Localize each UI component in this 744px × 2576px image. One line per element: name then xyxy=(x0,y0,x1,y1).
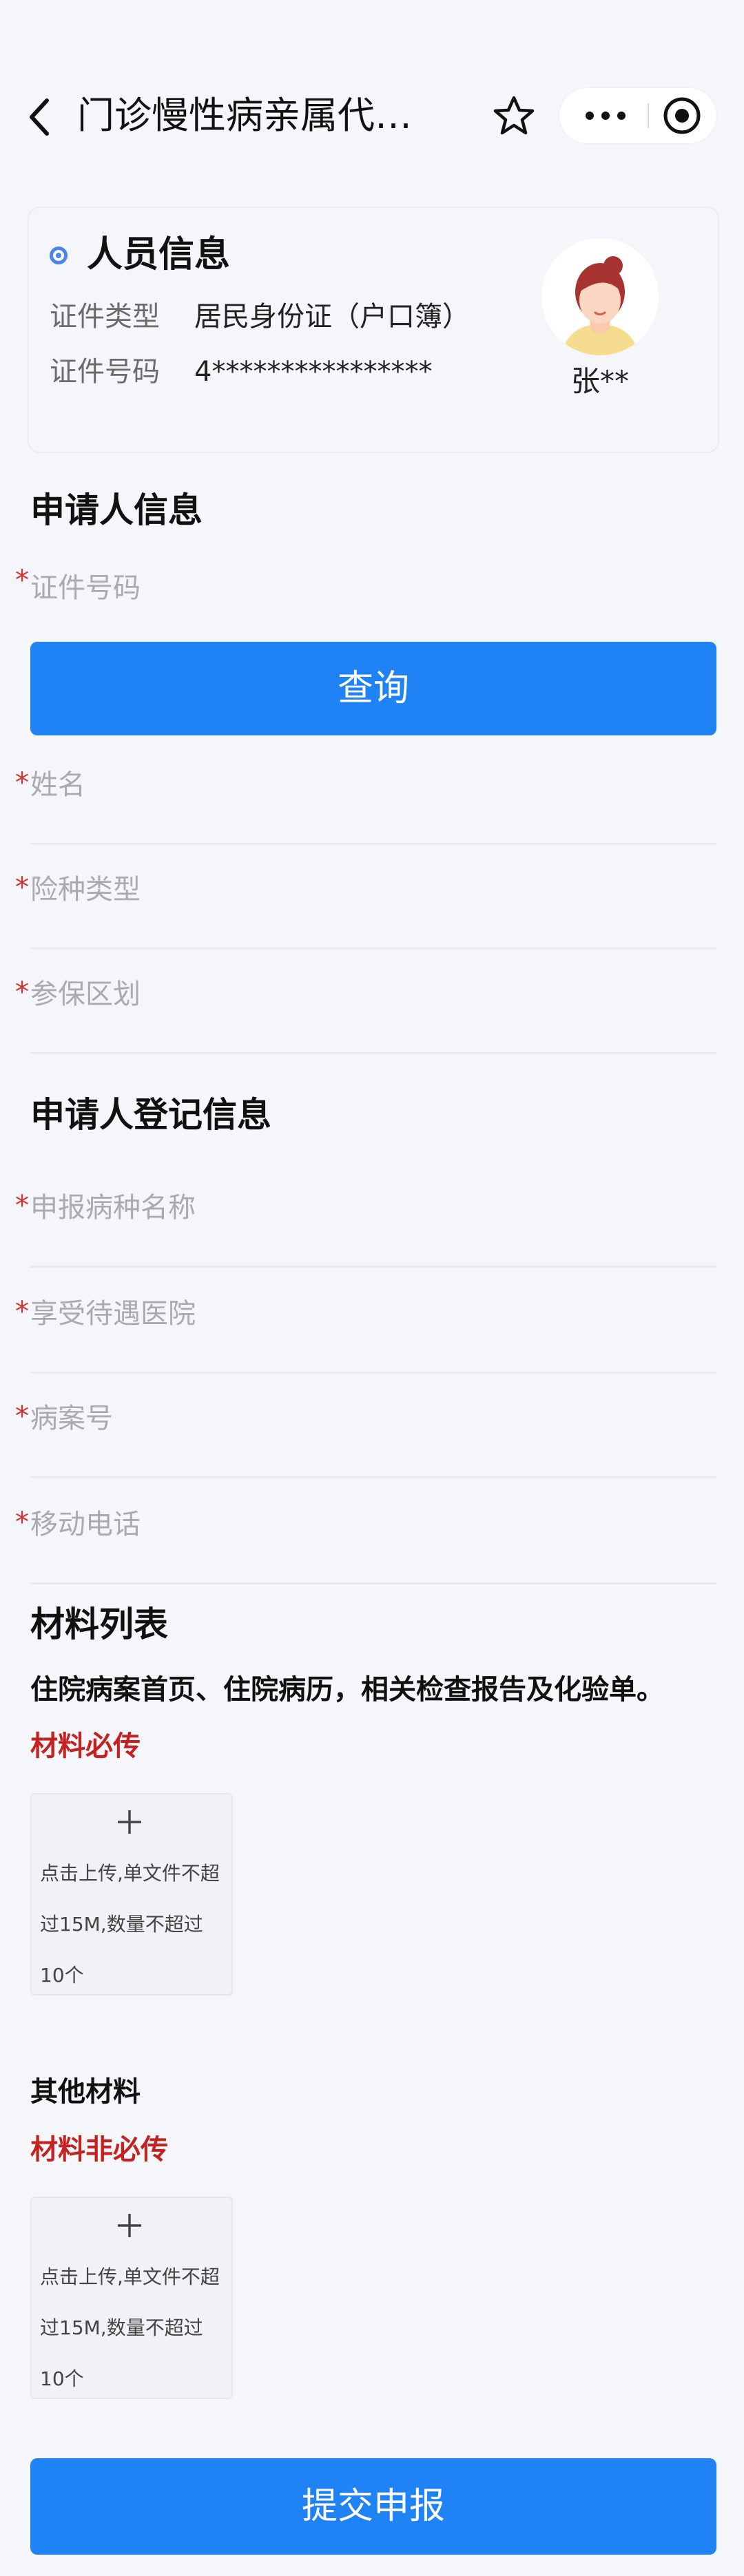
registration-info-title: 申请人登记信息 xyxy=(30,1095,271,1135)
upload-required-materials[interactable]: 点击上传,单文件不超过15M,数量不超过10个 xyxy=(30,1793,233,1996)
required-mark: * xyxy=(15,1190,29,1222)
insured-region-field[interactable]: * 参保区划 xyxy=(15,949,716,1054)
mobile-phone-label: 移动电话 xyxy=(30,1509,141,1540)
mobile-phone-field[interactable]: * 移动电话 xyxy=(15,1479,716,1584)
id-number-value: 4**************** xyxy=(194,356,433,388)
target-icon[interactable] xyxy=(661,95,703,136)
person-info-card: 人员信息 证件类型 居民身份证（户口簿） 证件号码 4*************… xyxy=(28,207,719,453)
id-type-label: 证件类型 xyxy=(50,301,160,333)
capsule-divider xyxy=(648,103,649,128)
insurance-type-field[interactable]: * 险种类型 xyxy=(15,844,716,950)
materials-description: 住院病案首页、住院病历，相关检查报告及化验单。 xyxy=(30,1674,664,1706)
section-dot-icon xyxy=(50,247,68,264)
id-number-label: 证件号码 xyxy=(50,356,160,388)
mini-program-capsule xyxy=(559,88,716,143)
required-mark: * xyxy=(15,1401,29,1432)
insured-region-label: 参保区划 xyxy=(30,978,141,1010)
applicant-id-field[interactable]: * 证件号码 xyxy=(15,537,716,620)
materials-optional-note: 材料非必传 xyxy=(30,2134,168,2166)
other-materials-title: 其他材料 xyxy=(30,2076,141,2108)
insurance-type-label: 险种类型 xyxy=(30,874,141,905)
disease-name-label: 申报病种名称 xyxy=(30,1192,196,1224)
upload-hint-text: 点击上传,单文件不超过15M,数量不超过10个 xyxy=(40,2265,220,2390)
disease-name-field[interactable]: * 申报病种名称 xyxy=(15,1162,716,1268)
required-mark: * xyxy=(15,976,29,1008)
required-mark: * xyxy=(15,767,29,799)
back-arrow-icon[interactable] xyxy=(25,96,55,138)
star-icon[interactable] xyxy=(492,94,536,138)
id-type-value: 居民身份证（户口簿） xyxy=(194,301,470,333)
hospital-field-label: 享受待遇医院 xyxy=(30,1298,196,1330)
person-name: 张** xyxy=(570,364,629,398)
required-mark: * xyxy=(15,872,29,903)
upload-other-materials[interactable]: 点击上传,单文件不超过15M,数量不超过10个 xyxy=(30,2197,233,2399)
page-title: 门诊慢性病亲属代… xyxy=(77,94,412,137)
plus-icon xyxy=(118,1810,141,1834)
name-field-label: 姓名 xyxy=(30,769,85,801)
materials-required-note: 材料必传 xyxy=(30,1730,141,1762)
top-navigation-bar: 门诊慢性病亲属代… xyxy=(0,0,744,207)
query-button[interactable]: 查询 xyxy=(30,642,716,735)
required-mark: * xyxy=(15,1296,29,1328)
submit-button[interactable]: 提交申报 xyxy=(30,2458,716,2555)
hospital-field[interactable]: * 享受待遇医院 xyxy=(15,1268,716,1374)
applicant-id-placeholder: 证件号码 xyxy=(30,572,141,604)
person-info-title: 人员信息 xyxy=(87,234,231,275)
case-number-field[interactable]: * 病案号 xyxy=(15,1373,716,1478)
name-field[interactable]: * 姓名 xyxy=(15,740,716,845)
upload-hint-text: 点击上传,单文件不超过15M,数量不超过10个 xyxy=(40,1862,220,1987)
avatar-icon xyxy=(541,238,659,355)
case-number-label: 病案号 xyxy=(30,1403,113,1434)
materials-title: 材料列表 xyxy=(30,1604,168,1644)
required-mark: * xyxy=(15,1507,29,1538)
more-dots-icon[interactable] xyxy=(581,102,630,129)
applicant-info-title: 申请人信息 xyxy=(30,490,203,530)
required-mark: * xyxy=(15,565,29,596)
plus-icon xyxy=(118,2214,141,2237)
